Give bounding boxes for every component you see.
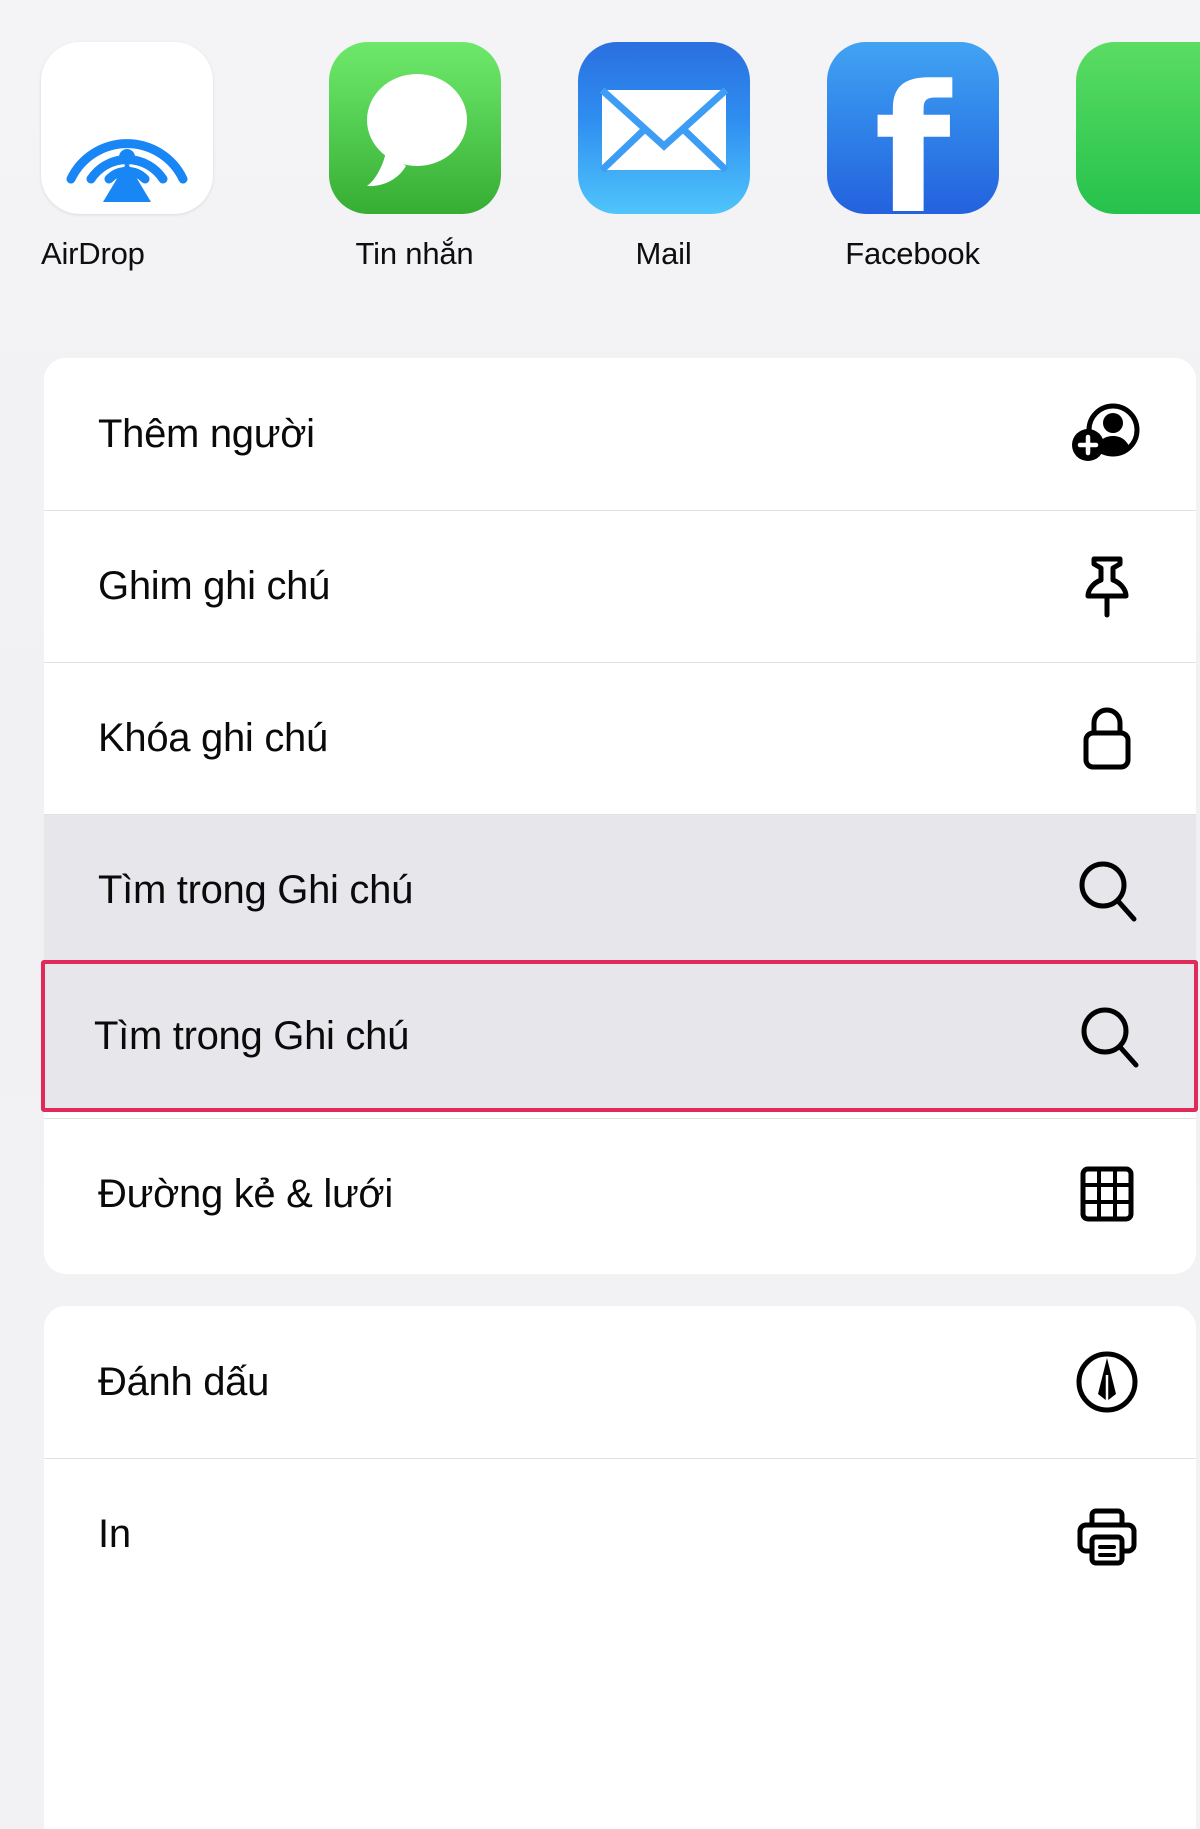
add-person-icon: [1070, 397, 1144, 471]
menu-item-label: Đánh dấu: [98, 1360, 270, 1404]
menu-item-search-in-notes[interactable]: Tìm trong Ghi chú: [94, 999, 1146, 1073]
share-target-label: Facebook: [845, 236, 980, 271]
share-target-label: Mail: [635, 236, 692, 271]
menu-item-label: Đường kẻ & lưới: [98, 1172, 393, 1216]
facebook-icon[interactable]: f: [826, 42, 999, 215]
menu-item-lock-note[interactable]: Khóa ghi chú: [44, 662, 1196, 814]
selection-highlight-box: Tìm trong Ghi chú: [41, 960, 1198, 1112]
menu-item-markup[interactable]: Đánh dấu: [44, 1306, 1196, 1458]
menu-item-lines-and-grids[interactable]: Đường kẻ & lưới: [44, 1118, 1196, 1270]
share-target-messages[interactable]: Tin nhắn: [290, 0, 539, 272]
search-icon: [1070, 853, 1144, 927]
action-list-secondary: Đánh dấu In: [44, 1306, 1196, 1829]
airdrop-icon[interactable]: [41, 42, 213, 214]
mail-icon[interactable]: [577, 42, 750, 214]
menu-item-label: Tìm trong Ghi chú: [94, 1014, 410, 1058]
mail-envelope-glyph: [599, 87, 728, 173]
share-target-whatsapp[interactable]: [1037, 0, 1200, 236]
share-target-airdrop[interactable]: AirDrop: [41, 0, 290, 272]
share-target-facebook[interactable]: f Facebook: [788, 0, 1037, 272]
menu-item-add-person[interactable]: Thêm người: [44, 358, 1196, 510]
menu-item-print[interactable]: In: [44, 1458, 1196, 1610]
print-icon: [1070, 1497, 1144, 1571]
messages-bubble-glyph: [366, 74, 467, 187]
menu-item-label: Thêm người: [98, 412, 315, 456]
search-icon: [1072, 999, 1146, 1073]
menu-item-pin-note[interactable]: Ghim ghi chú: [44, 510, 1196, 662]
menu-item-label: Khóa ghi chú: [98, 716, 328, 760]
menu-item-label: Tìm trong Ghi chú: [98, 868, 414, 912]
pin-icon: [1070, 549, 1144, 623]
lock-icon: [1070, 701, 1144, 775]
facebook-f-glyph: f: [874, 48, 951, 215]
menu-item-search-in-notes[interactable]: Tìm trong Ghi chú: [44, 814, 1196, 966]
share-target-mail[interactable]: Mail: [539, 0, 788, 272]
airdrop-glyph: [66, 139, 188, 202]
grid-icon: [1070, 1157, 1144, 1231]
whatsapp-icon[interactable]: [1075, 42, 1200, 214]
messages-icon[interactable]: [328, 42, 501, 214]
menu-item-label: In: [98, 1512, 131, 1556]
markup-icon: [1070, 1345, 1144, 1419]
share-target-label: Tin nhắn: [355, 236, 474, 271]
share-sheet-app-row: AirDrop Tin nhắn Mail f Facebook: [0, 0, 1200, 315]
menu-item-label: Ghim ghi chú: [98, 564, 331, 608]
share-target-label: AirDrop: [41, 236, 145, 271]
action-list-primary: Thêm người Ghim ghi chú Khóa ghi chú Tìm…: [44, 358, 1196, 1274]
